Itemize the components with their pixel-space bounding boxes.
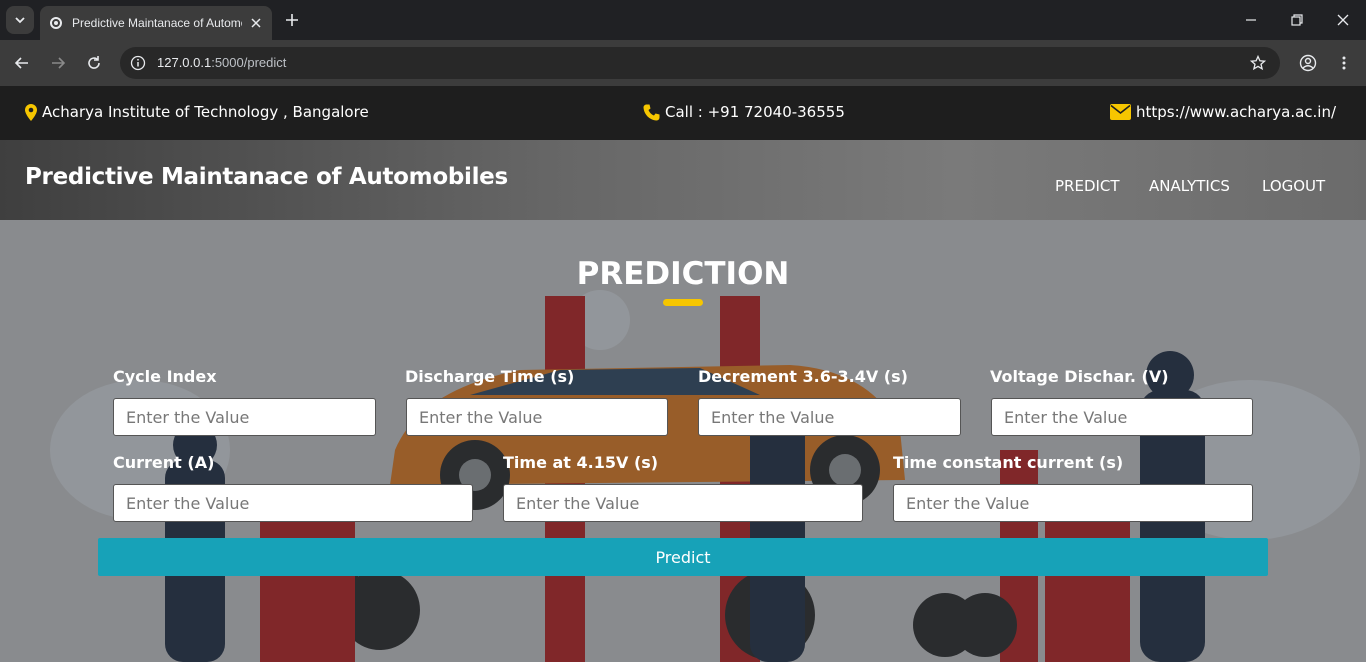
url-path: :5000/predict [211, 55, 287, 70]
map-marker-icon [25, 103, 37, 121]
address-bar[interactable]: 127.0.0.1:5000/predict [120, 47, 1280, 79]
arrow-left-icon [14, 57, 28, 69]
close-tab-icon[interactable] [248, 15, 264, 31]
reload-icon [88, 56, 100, 69]
chevron-down-icon [15, 17, 25, 24]
nav-link-analytics[interactable]: ANALYTICS [1149, 177, 1230, 195]
url-host: 127.0.0.1 [157, 55, 212, 70]
reload-button[interactable] [82, 51, 106, 75]
discharge-time-label: Discharge Time (s) [405, 367, 575, 386]
browser-tabstrip: Predictive Maintanace of Automobiles [0, 0, 1366, 40]
forward-button[interactable] [46, 51, 70, 75]
site-favicon-icon [48, 15, 64, 31]
nav-link-predict[interactable]: PREDICT [1055, 177, 1120, 195]
tab-title: Predictive Maintanace of Automobiles [72, 16, 242, 30]
web-page: Acharya Institute of Technology , Bangal… [0, 86, 1366, 662]
current-input[interactable] [113, 484, 473, 522]
time-at-voltage-label: Time at 4.15V (s) [503, 453, 659, 472]
cycle-index-input[interactable] [113, 398, 376, 436]
envelope-icon [1110, 104, 1131, 120]
bookmark-star-icon[interactable] [1248, 53, 1268, 73]
time-at-voltage-input[interactable] [503, 484, 863, 522]
more-vert-icon [1342, 56, 1346, 70]
predict-button[interactable]: Predict [98, 538, 1268, 576]
current-label: Current (A) [113, 453, 215, 472]
location-text: Acharya Institute of Technology , Bangal… [42, 103, 369, 121]
arrow-right-icon [52, 57, 66, 69]
website-link[interactable]: https://www.acharya.ac.in/ [1136, 103, 1336, 121]
contact-topbar: Acharya Institute of Technology , Bangal… [0, 86, 1366, 140]
voltage-discharge-label: Voltage Dischar. (V) [990, 367, 1169, 386]
site-brand[interactable]: Predictive Maintanace of Automobiles [25, 164, 508, 190]
url-text[interactable]: 127.0.0.1:5000/predict [157, 55, 286, 70]
decrement-label: Decrement 3.6-3.4V (s) [698, 367, 908, 386]
phone-text: Call : +91 72040-36555 [665, 103, 845, 121]
profile-button[interactable] [1296, 51, 1320, 75]
restore-button[interactable] [1285, 8, 1309, 32]
decrement-input[interactable] [698, 398, 961, 436]
close-icon [1337, 14, 1349, 26]
site-navbar: Predictive Maintanace of Automobiles PRE… [0, 140, 1366, 220]
tab-search-button[interactable] [6, 6, 34, 34]
location-info: Acharya Institute of Technology , Bangal… [25, 103, 369, 121]
section-title: PREDICTION [576, 256, 790, 292]
info-icon[interactable] [128, 53, 148, 73]
minimize-button[interactable] [1239, 8, 1263, 32]
browser-menu-button[interactable] [1332, 51, 1356, 75]
browser-toolbar: 127.0.0.1:5000/predict [0, 40, 1366, 86]
browser-tab[interactable]: Predictive Maintanace of Automobiles [40, 6, 272, 40]
account-circle-icon [1299, 54, 1317, 72]
title-underline [663, 299, 703, 306]
time-constant-current-input[interactable] [893, 484, 1253, 522]
restore-icon [1291, 14, 1303, 26]
discharge-time-input[interactable] [406, 398, 668, 436]
phone-icon [643, 104, 660, 120]
close-window-button[interactable] [1331, 8, 1355, 32]
back-button[interactable] [10, 51, 34, 75]
cycle-index-label: Cycle Index [113, 367, 217, 386]
phone-info: Call : +91 72040-36555 [643, 103, 845, 121]
website-info[interactable]: https://www.acharya.ac.in/ [1110, 103, 1336, 121]
plus-icon [286, 14, 298, 26]
new-tab-button[interactable] [282, 10, 302, 30]
nav-link-logout[interactable]: LOGOUT [1262, 177, 1325, 195]
time-constant-current-label: Time constant current (s) [893, 453, 1124, 472]
minimize-icon [1246, 19, 1256, 21]
voltage-discharge-input[interactable] [991, 398, 1253, 436]
